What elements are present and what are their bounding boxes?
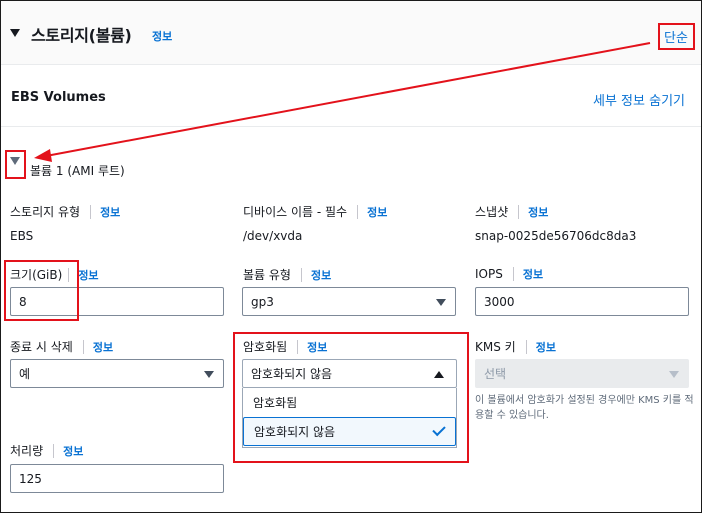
annotation-arrow — [34, 42, 651, 162]
annotation-arrow-line — [45, 42, 651, 157]
annotation-arrow-head — [34, 149, 52, 162]
